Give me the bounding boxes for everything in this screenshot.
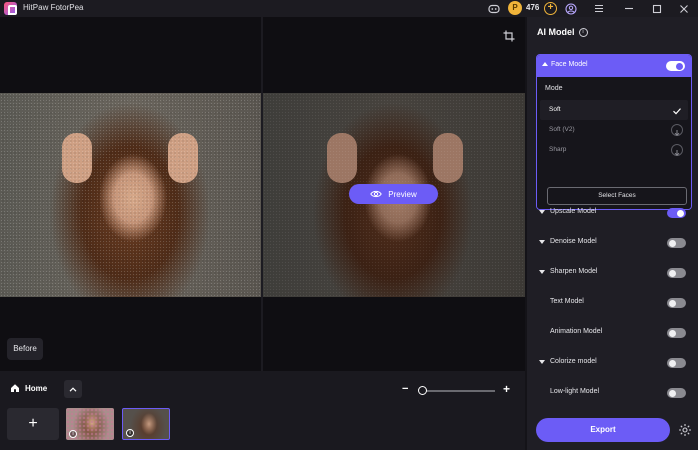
info-icon[interactable]: i [126,429,134,437]
expand-arrow-icon [539,270,545,274]
low-light-model-toggle[interactable] [667,388,686,398]
check-icon [671,104,683,116]
face-model-label: Face Model [551,61,588,68]
face-model-toggle[interactable] [666,61,685,71]
before-button[interactable]: Before [7,338,43,360]
info-icon[interactable]: i [578,27,588,37]
model-row-low-light[interactable]: Low-light Model [536,385,692,401]
before-image [0,93,261,297]
model-label: Text Model [550,298,584,305]
expand-arrow-icon [539,240,545,244]
zoom-slider-track[interactable] [419,390,495,392]
model-row-upscale[interactable]: Upscale Model [536,205,692,221]
title-bar: HitPaw FotorPea P 476 + [0,0,698,17]
mode-option-soft[interactable]: Soft [540,100,688,120]
expand-arrow-icon [539,210,545,214]
model-label: Colorize model [550,358,597,365]
mode-option-label: Soft [549,106,561,113]
bottom-toolbar: Home − + + i i [0,371,525,450]
denoise-model-toggle[interactable] [667,238,686,248]
select-faces-button[interactable]: Select Faces [547,187,687,205]
model-row-sharpen[interactable]: Sharpen Model [536,265,692,281]
app-title: HitPaw FotorPea [23,3,84,12]
zoom-out-button[interactable]: − [402,384,408,395]
model-label: Animation Model [550,328,603,335]
panel-title: AI Model i [537,27,588,37]
home-label: Home [25,383,48,393]
upscale-model-toggle[interactable] [667,208,686,218]
model-label: Low-light Model [550,388,600,395]
export-button[interactable]: Export [536,418,670,442]
text-model-toggle[interactable] [667,298,686,308]
account-icon[interactable] [563,1,578,16]
mode-option-soft-v2[interactable]: Soft (V2) [540,120,688,140]
add-credit-icon[interactable]: + [544,2,557,15]
mode-label: Mode [545,85,563,92]
model-row-text[interactable]: Text Model [536,295,692,311]
eye-icon [370,190,383,198]
menu-icon[interactable] [591,1,606,16]
add-image-button[interactable]: + [7,408,59,440]
model-row-denoise[interactable]: Denoise Model [536,235,692,251]
mode-option-label: Soft (V2) [549,126,575,133]
download-icon[interactable] [671,144,683,156]
ai-model-panel: AI Model i Face Model Mode Soft Soft (V2… [527,17,698,450]
thumbnail-before[interactable]: i [66,408,114,440]
face-model-card: Face Model Mode Soft Soft (V2) Sharp Sel… [536,54,692,210]
expand-arrow-icon [539,360,545,364]
thumbnail-after[interactable]: i [122,408,170,440]
crop-icon[interactable] [503,29,515,42]
preview-button[interactable]: Preview [349,184,438,204]
face-model-header[interactable]: Face Model [537,55,691,77]
collapse-button[interactable] [64,380,82,398]
home-button[interactable]: Home [10,383,47,393]
maximize-icon[interactable] [649,1,664,16]
credits-count: 476 [526,3,540,12]
model-label: Sharpen Model [550,268,598,275]
discord-icon[interactable] [486,1,501,16]
close-icon[interactable] [676,1,691,16]
zoom-in-button[interactable]: + [503,383,510,395]
colorize-model-toggle[interactable] [667,358,686,368]
model-row-colorize[interactable]: Colorize model [536,355,692,371]
home-icon [11,384,19,392]
model-label: Denoise Model [550,238,597,245]
download-icon[interactable] [671,124,683,136]
chevron-up-icon [69,386,77,392]
model-row-animation[interactable]: Animation Model [536,325,692,341]
minimize-icon[interactable] [621,1,636,16]
face-model-options: Mode Soft Soft (V2) Sharp Select Faces [537,77,691,209]
collapse-arrow-icon [542,62,548,66]
sharpen-model-toggle[interactable] [667,268,686,278]
preview-label: Preview [388,189,417,199]
canvas-area: Preview Before [0,17,525,371]
mode-option-label: Sharp [549,146,567,153]
mode-option-sharp[interactable]: Sharp [540,140,688,160]
zoom-slider-knob[interactable] [418,386,427,395]
app-logo-icon [4,2,17,15]
coin-icon: P [508,1,522,15]
model-label: Upscale Model [550,208,597,215]
animation-model-toggle[interactable] [667,328,686,338]
panel-title-label: AI Model [537,27,575,37]
info-icon[interactable]: i [69,430,77,438]
settings-gear-icon[interactable] [678,423,692,437]
